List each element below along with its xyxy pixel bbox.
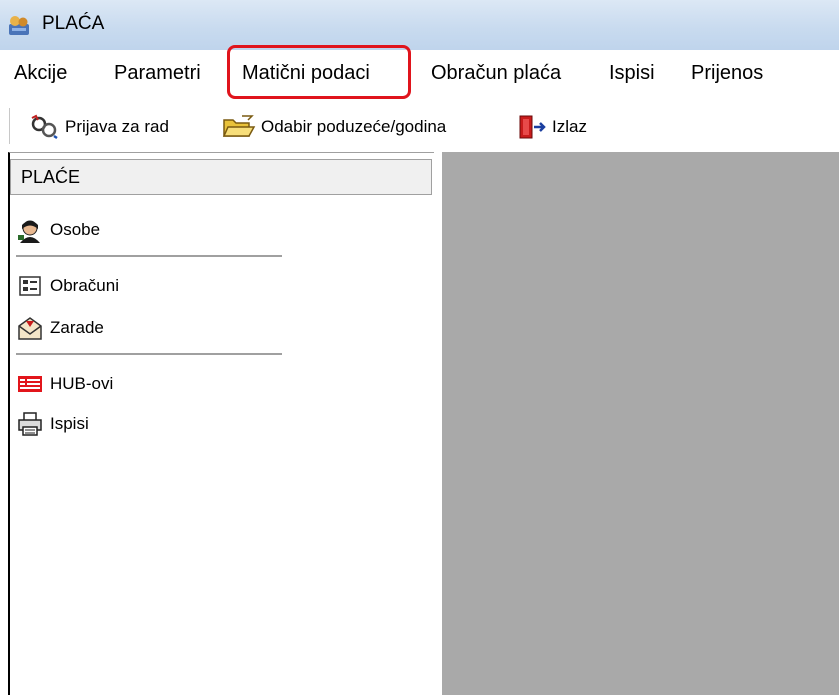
- exit-button[interactable]: Izlaz: [517, 112, 587, 142]
- hub-form-icon: [18, 376, 42, 392]
- envelope-icon: [18, 317, 42, 340]
- title-bar: PLAĆA: [0, 0, 839, 50]
- menu-ispisi[interactable]: Ispisi: [609, 62, 655, 85]
- select-company-button-label: Odabir poduzeće/godina: [261, 117, 447, 136]
- panel-divider: [16, 255, 282, 258]
- menu-akcije[interactable]: Akcije: [14, 62, 67, 85]
- nav-item-obracuni-label: Obračuni: [50, 276, 119, 295]
- navigation-panel: PLAĆE Osobe Obračuni Zarade HUB-ovi Ispi…: [8, 152, 434, 696]
- login-keys-icon: [31, 114, 58, 140]
- nav-item-osobe-label: Osobe: [50, 220, 101, 239]
- person-icon: [18, 220, 40, 243]
- panel-splitter[interactable]: [434, 152, 442, 695]
- printer-icon: [18, 412, 42, 436]
- nav-item-ispisi[interactable]: Ispisi: [16, 409, 89, 439]
- nav-item-osobe[interactable]: Osobe: [16, 215, 100, 245]
- nav-item-zarade[interactable]: Zarade: [16, 313, 104, 343]
- nav-item-hub-ovi[interactable]: HUB-ovi: [16, 369, 113, 399]
- calculation-form-icon: [19, 276, 41, 296]
- menu-parametri[interactable]: Parametri: [114, 62, 201, 85]
- panel-header: PLAĆE: [10, 159, 432, 195]
- menu-obracun-placa[interactable]: Obračun plaća: [431, 62, 561, 85]
- nav-item-obracuni[interactable]: Obračuni: [16, 271, 119, 301]
- menu-highlight-box: [227, 45, 411, 99]
- exit-door-icon: [519, 115, 546, 139]
- window-title: PLAĆA: [42, 13, 105, 34]
- nav-item-ispisi-label: Ispisi: [50, 414, 89, 433]
- open-folder-icon: [222, 115, 256, 137]
- nav-item-hub-ovi-label: HUB-ovi: [50, 374, 114, 393]
- login-button[interactable]: Prijava za rad: [30, 112, 169, 142]
- menu-bar: Akcije Parametri Matični podaci Obračun …: [0, 50, 839, 98]
- panel-divider: [16, 353, 282, 356]
- select-company-button[interactable]: Odabir poduzeće/godina: [222, 112, 446, 142]
- app-icon: [9, 16, 29, 35]
- menu-prijenos[interactable]: Prijenos: [691, 62, 763, 85]
- login-button-label: Prijava za rad: [65, 117, 169, 136]
- panel-header-title: PLAĆE: [21, 167, 81, 187]
- nav-item-zarade-label: Zarade: [50, 318, 104, 337]
- exit-button-label: Izlaz: [552, 117, 587, 136]
- panel-body: Osobe Obračuni Zarade HUB-ovi Ispisi: [10, 195, 434, 696]
- toolbar: Prijava za rad Odabir poduzeće/godina Iz…: [0, 100, 839, 152]
- toolbar-grip[interactable]: [9, 108, 14, 144]
- mdi-workspace: [442, 152, 839, 695]
